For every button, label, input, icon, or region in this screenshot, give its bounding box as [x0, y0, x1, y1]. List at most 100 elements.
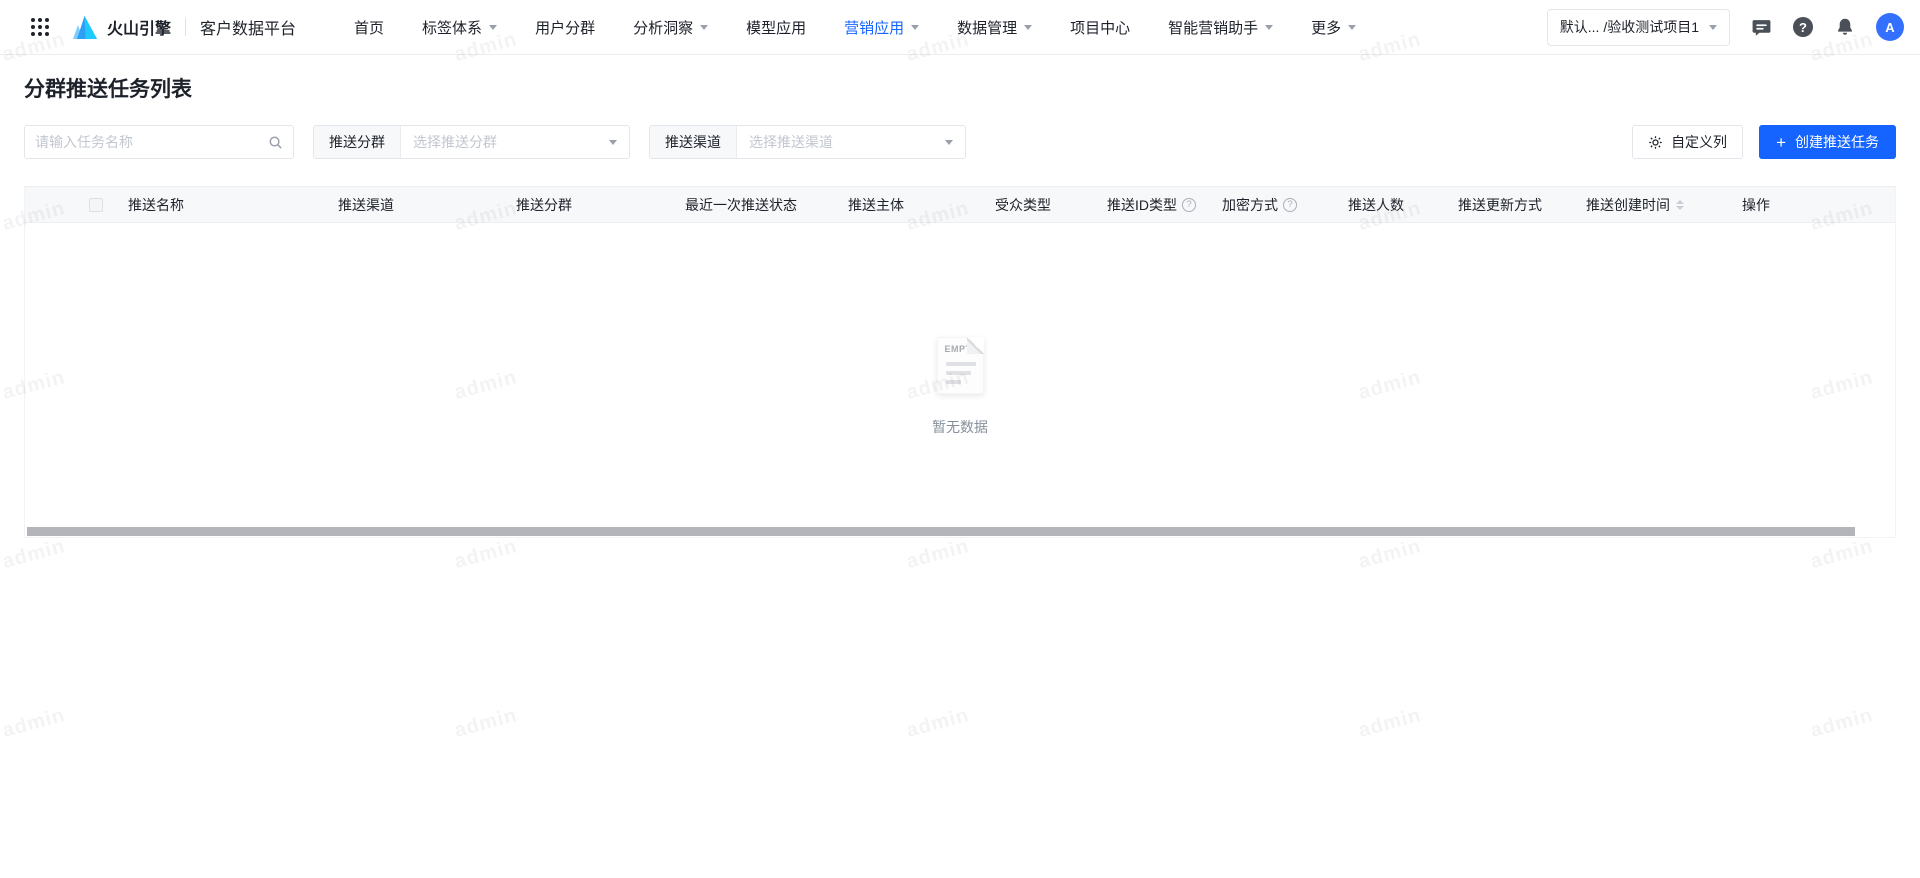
topnav-item[interactable]: 首页 — [354, 17, 384, 38]
watermark-text: admin — [0, 704, 68, 742]
push-task-table: 推送名称 推送渠道 推送分群 最近一次推送状态 推送主体 受众类型 推送ID类型? 加密方式?… — [24, 186, 1896, 538]
gear-icon — [1649, 135, 1662, 149]
help-icon[interactable]: ? — [1792, 16, 1814, 38]
watermark-text: admin — [452, 535, 520, 573]
chevron-down-icon — [945, 139, 953, 145]
topnav-item-label: 标签体系 — [422, 19, 483, 37]
apps-grid-icon[interactable] — [30, 16, 52, 38]
empty-state: EMPTY 暂无数据 — [25, 337, 1895, 437]
search-icon — [269, 136, 282, 149]
column-header-label: 加密方式 — [1222, 196, 1278, 213]
empty-document-icon: EMPTY — [936, 337, 984, 394]
checkbox-cell — [25, 197, 128, 212]
column-header-label: 推送名称 — [128, 196, 184, 213]
watermark-text: admin — [904, 704, 972, 742]
user-avatar[interactable]: A — [1876, 13, 1904, 41]
chevron-down-icon — [609, 139, 617, 145]
column-header: 推送更新方式 — [1458, 195, 1586, 215]
help-glyph: ? — [1799, 19, 1807, 35]
empty-message: 暂无数据 — [932, 419, 988, 435]
product-name: 客户数据平台 — [200, 21, 297, 38]
help-icon[interactable]: ? — [1283, 197, 1297, 212]
topnav-item-label: 智能营销助手 — [1168, 19, 1259, 37]
topnav-item-label: 项目中心 — [1070, 19, 1131, 37]
column-header: 推送人数 — [1348, 195, 1458, 215]
topnav-item-label: 模型应用 — [746, 19, 807, 37]
topnav-item-label: 分析洞察 — [633, 19, 694, 37]
project-selector-value: 默认... /验收测试项目1 — [1559, 19, 1699, 35]
create-push-task-label: 创建推送任务 — [1795, 134, 1879, 150]
column-header: 推送分群 — [516, 195, 685, 215]
push-segment-select[interactable]: 选择推送分群 — [401, 126, 629, 158]
column-header: 推送名称 — [128, 195, 338, 215]
column-header-label: 操作 — [1742, 196, 1770, 213]
column-header-label: 最近一次推送状态 — [685, 196, 797, 213]
task-search-input-box — [24, 125, 294, 159]
column-header: 最近一次推送状态 — [685, 195, 848, 215]
topnav-item[interactable]: 用户分群 — [535, 17, 595, 38]
topnav-item-label: 首页 — [354, 19, 385, 37]
column-header-label: 推送更新方式 — [1458, 196, 1542, 213]
help-icon[interactable]: ? — [1182, 197, 1196, 212]
create-push-task-button[interactable]: + 创建推送任务 — [1759, 125, 1896, 159]
volcengine-logo-icon[interactable] — [72, 15, 98, 39]
brand-name: 火山引擎 — [107, 21, 172, 38]
topnav-item-label: 数据管理 — [957, 19, 1018, 37]
sort-icon[interactable] — [1676, 199, 1684, 210]
topnav-item[interactable]: 营销应用 — [844, 17, 920, 38]
column-header: 加密方式? — [1222, 195, 1348, 215]
topnav-item[interactable]: 模型应用 — [746, 17, 806, 38]
column-header: 推送渠道 — [338, 195, 516, 215]
push-channel-select[interactable]: 选择推送渠道 — [737, 126, 965, 158]
column-header: 推送ID类型? — [1107, 195, 1222, 215]
main-content: 分群推送任务列表 推送分群 选择推送分群 推送渠道 选择推送渠道 — [0, 76, 1920, 538]
watermark-text: admin — [452, 704, 520, 742]
chevron-down-icon — [1709, 24, 1717, 30]
column-header-label: 推送人数 — [1348, 196, 1404, 213]
column-header: 推送主体 — [848, 195, 995, 215]
column-header: 推送创建时间 — [1586, 195, 1742, 215]
column-header-label: 受众类型 — [995, 196, 1051, 213]
topnav-item[interactable]: 标签体系 — [422, 17, 498, 38]
column-header-label: 推送主体 — [848, 196, 904, 213]
column-header-label: 推送渠道 — [338, 196, 394, 213]
watermark-text: admin — [904, 535, 972, 573]
customize-columns-button[interactable]: 自定义列 — [1632, 125, 1744, 159]
column-header-label: 推送分群 — [516, 196, 572, 213]
topnav-item[interactable]: 更多 — [1311, 17, 1357, 38]
watermark-text: admin — [1356, 704, 1424, 742]
chevron-down-icon — [911, 24, 920, 30]
customize-columns-label: 自定义列 — [1671, 134, 1728, 150]
watermark-text: admin — [1356, 535, 1424, 573]
topnav-item[interactable]: 项目中心 — [1070, 17, 1130, 38]
column-header-label: 推送创建时间 — [1586, 196, 1670, 213]
notification-bell-icon[interactable] — [1834, 16, 1856, 38]
topnav-item-label: 更多 — [1311, 19, 1342, 37]
watermark-text: admin — [1808, 535, 1876, 573]
topnav-item[interactable]: 智能营销助手 — [1168, 17, 1274, 38]
feedback-message-icon[interactable] — [1750, 16, 1772, 38]
avatar-letter: A — [1885, 19, 1895, 35]
select-all-checkbox[interactable] — [89, 197, 103, 212]
page-title: 分群推送任务列表 — [24, 78, 192, 101]
topnav-item-label: 用户分群 — [535, 19, 596, 37]
topnav-item[interactable]: 分析洞察 — [633, 17, 709, 38]
filter-push-channel: 推送渠道 选择推送渠道 — [649, 125, 966, 159]
watermark-text: admin — [1808, 704, 1876, 742]
chevron-down-icon — [489, 24, 498, 30]
horizontal-scrollbar-thumb[interactable] — [27, 527, 1855, 536]
project-selector[interactable]: 默认... /验收测试项目1 — [1546, 8, 1730, 46]
watermark-text: admin — [0, 535, 68, 573]
column-header: 受众类型 — [995, 195, 1107, 215]
topnav-item[interactable]: 数据管理 — [957, 17, 1033, 38]
chevron-down-icon — [1348, 24, 1357, 30]
task-search-input[interactable] — [35, 134, 268, 150]
topbar: 火山引擎 客户数据平台 首页 标签体系 用户分群 分析洞察 模型应用 营销应用 数据管理 项目… — [0, 0, 1920, 55]
chevron-down-icon — [700, 24, 709, 30]
table-header: 推送名称 推送渠道 推送分群 最近一次推送状态 推送主体 受众类型 推送ID类型? 加密方式?… — [25, 187, 1895, 223]
chevron-down-icon — [1024, 24, 1033, 30]
select-placeholder: 选择推送分群 — [413, 134, 497, 150]
topbar-right: 默认... /验收测试项目1 ? A — [1546, 8, 1904, 46]
plus-icon: + — [1776, 132, 1786, 152]
brand-divider — [185, 18, 187, 36]
